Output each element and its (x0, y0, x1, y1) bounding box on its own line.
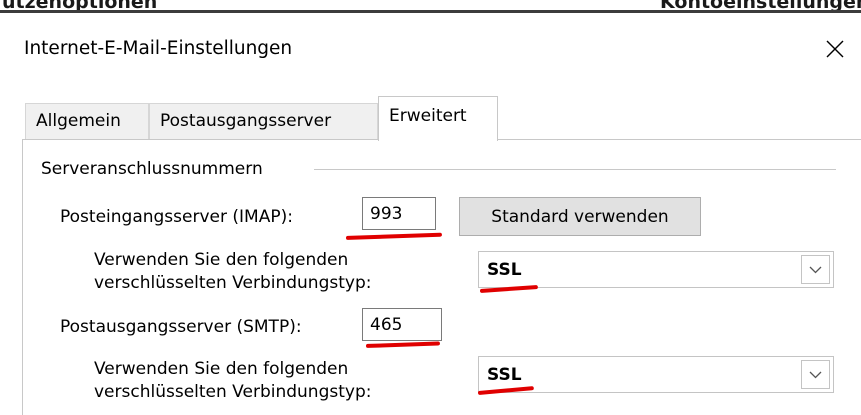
tab-postausgangsserver[interactable]: Postausgangsserver (149, 103, 378, 139)
outgoing-encryption-label: Verwenden Sie den folgenden verschlüssel… (94, 358, 371, 404)
incoming-encryption-label-line1: Verwenden Sie den folgenden (94, 250, 349, 270)
outgoing-port-input[interactable] (362, 308, 442, 341)
use-default-button[interactable]: Standard verwenden (459, 197, 701, 236)
chevron-down-icon (809, 371, 822, 379)
incoming-port-input[interactable] (362, 197, 436, 230)
tab-erweitert[interactable]: Erweitert (378, 96, 498, 141)
incoming-encryption-label-line2: verschlüsselten Verbindungstyp: (94, 273, 372, 293)
incoming-server-label: Posteingangsserver (IMAP): (60, 207, 293, 227)
group-divider (314, 169, 836, 170)
background-window-strip: utzenoptionen Kontoeinstellungen (0, 0, 861, 13)
outgoing-encryption-value: SSL (487, 365, 522, 385)
screenshot: utzenoptionen Kontoeinstellungen Interne… (0, 0, 861, 415)
outgoing-encryption-label-line2: verschlüsselten Verbindungstyp: (94, 382, 372, 402)
incoming-encryption-label: Verwenden Sie den folgenden verschlüssel… (94, 249, 371, 295)
close-button[interactable] (818, 32, 852, 66)
outgoing-encryption-dropdown-button[interactable] (801, 360, 830, 389)
group-label-server-ports: Serveranschlussnummern (41, 159, 267, 179)
background-divider (0, 10, 861, 13)
dialog-title: Internet-E-Mail-Einstellungen (24, 38, 293, 59)
incoming-encryption-dropdown-button[interactable] (801, 255, 830, 284)
outgoing-server-label: Postausgangsserver (SMTP): (60, 317, 302, 337)
incoming-encryption-value: SSL (487, 260, 522, 280)
outgoing-encryption-label-line1: Verwenden Sie den folgenden (94, 359, 349, 379)
tab-allgemein[interactable]: Allgemein (25, 103, 149, 139)
chevron-down-icon (809, 266, 822, 274)
close-icon (826, 40, 844, 58)
incoming-encryption-select[interactable]: SSL (478, 251, 834, 288)
